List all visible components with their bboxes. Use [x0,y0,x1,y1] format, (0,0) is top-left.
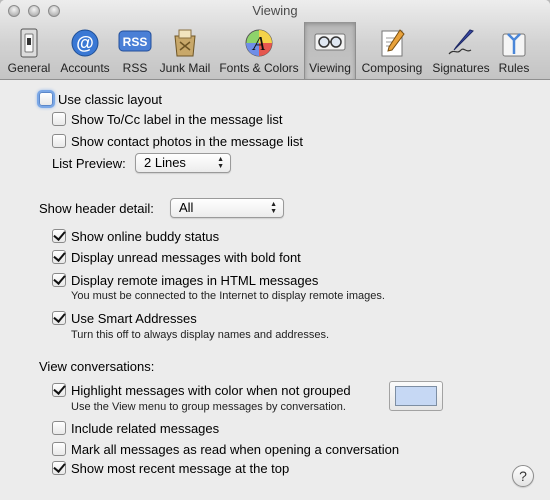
rss-icon: RSS [118,30,152,52]
toolbar-label-rules: Rules [498,61,530,75]
toolbar-general[interactable]: General [3,22,55,79]
at-sign-icon: @ [71,29,99,57]
compose-pencil-icon [381,29,405,57]
signature-pen-icon [448,29,474,55]
view-conversations-heading: View conversations: [39,359,155,374]
viewing-pane: Use classic layout Show To/Cc label in t… [0,81,550,500]
mark-read-label: Mark all messages as read when opening a… [71,441,400,457]
classic-layout-checkbox[interactable] [39,92,53,106]
bold-unread-checkbox[interactable] [52,250,66,264]
toolbar-label-rss: RSS [122,61,148,75]
mark-read-checkbox[interactable] [52,442,66,456]
toolbar-junk-mail[interactable]: Junk Mail [155,22,215,79]
preferences-window: Viewing General @ Accounts RSS RSS Junk … [0,0,550,500]
remote-images-checkbox[interactable] [52,273,66,287]
toolbar-label-junk-mail: Junk Mail [159,61,211,75]
include-related-label: Include related messages [71,420,220,436]
list-preview-label: List Preview: [52,156,126,171]
highlight-option[interactable]: Highlight messages with color when not g… [52,381,351,399]
title-bar: Viewing General @ Accounts RSS RSS Junk … [0,0,550,80]
header-detail-label: Show header detail: [39,201,154,216]
popup-arrows-icon: ▲ ▼ [270,201,277,215]
svg-text:A: A [251,33,266,55]
smart-addresses-option[interactable]: Use Smart Addresses [52,309,197,327]
toolbar-fonts-colors[interactable]: A Fonts & Colors [215,22,303,79]
rules-arrows-icon [502,33,526,57]
list-preview-popup[interactable]: 2 Lines ▲ ▼ [135,153,231,173]
toolbar-label-signatures: Signatures [432,61,490,75]
buddy-status-checkbox[interactable] [52,229,66,243]
svg-text:RSS: RSS [123,35,148,49]
bold-unread-label: Display unread messages with bold font [71,249,301,265]
smart-addresses-checkbox[interactable] [52,311,66,325]
toolbar-rules[interactable]: Rules [494,22,534,79]
popup-arrows-icon: ▲ ▼ [217,156,224,170]
highlight-color-well[interactable] [389,381,443,411]
show-tocc-checkbox[interactable] [52,112,66,126]
switch-icon [20,28,38,58]
most-recent-top-option[interactable]: Show most recent message at the top [52,459,289,477]
show-contact-photos-label: Show contact photos in the message list [71,133,303,149]
svg-text:@: @ [76,33,94,53]
toolbar-viewing[interactable]: Viewing [304,22,356,79]
buddy-status-option[interactable]: Show online buddy status [52,227,219,245]
toolbar-label-accounts: Accounts [60,61,110,75]
glasses-icon [314,33,346,51]
header-detail-popup[interactable]: All ▲ ▼ [170,198,284,218]
remote-images-option[interactable]: Display remote images in HTML messages [52,271,318,289]
remote-images-note: You must be connected to the Internet to… [71,290,385,302]
smart-addresses-note: Turn this off to always display names an… [71,329,330,341]
junk-bin-icon [174,29,196,57]
show-contact-photos-checkbox[interactable] [52,134,66,148]
classic-layout-label: Use classic layout [58,91,163,107]
highlight-label: Highlight messages with color when not g… [71,382,351,398]
bold-unread-option[interactable]: Display unread messages with bold font [52,248,301,266]
header-detail-value: All [179,200,194,215]
help-button[interactable]: ? [512,465,534,487]
list-preview-value: 2 Lines [144,155,186,170]
highlight-checkbox[interactable] [52,383,66,397]
buddy-status-label: Show online buddy status [71,228,220,244]
include-related-option[interactable]: Include related messages [52,419,219,437]
show-tocc-option[interactable]: Show To/Cc label in the message list [52,110,282,128]
show-tocc-label: Show To/Cc label in the message list [71,111,283,127]
toolbar-rss[interactable]: RSS RSS [115,22,155,79]
toolbar-label-fonts-colors: Fonts & Colors [219,61,299,75]
toolbar-signatures[interactable]: Signatures [428,22,494,79]
mark-read-option[interactable]: Mark all messages as read when opening a… [52,440,399,458]
toolbar-label-general: General [7,61,51,75]
most-recent-top-label: Show most recent message at the top [71,460,290,476]
toolbar-composing[interactable]: Composing [357,22,427,79]
window-title: Viewing [252,3,298,18]
classic-layout-option[interactable]: Use classic layout [39,90,162,108]
toolbar-label-viewing: Viewing [309,61,351,75]
most-recent-top-checkbox[interactable] [52,461,66,475]
toolbar-label-composing: Composing [361,61,423,75]
smart-addresses-label: Use Smart Addresses [71,310,197,326]
include-related-checkbox[interactable] [52,421,66,435]
remote-images-label: Display remote images in HTML messages [71,272,319,288]
highlight-note: Use the View menu to group messages by c… [71,401,346,413]
fonts-colors-icon: A [245,29,273,57]
show-contact-photos-option[interactable]: Show contact photos in the message list [52,132,303,150]
highlight-color-swatch [395,386,437,406]
toolbar-accounts[interactable]: @ Accounts [55,22,115,79]
